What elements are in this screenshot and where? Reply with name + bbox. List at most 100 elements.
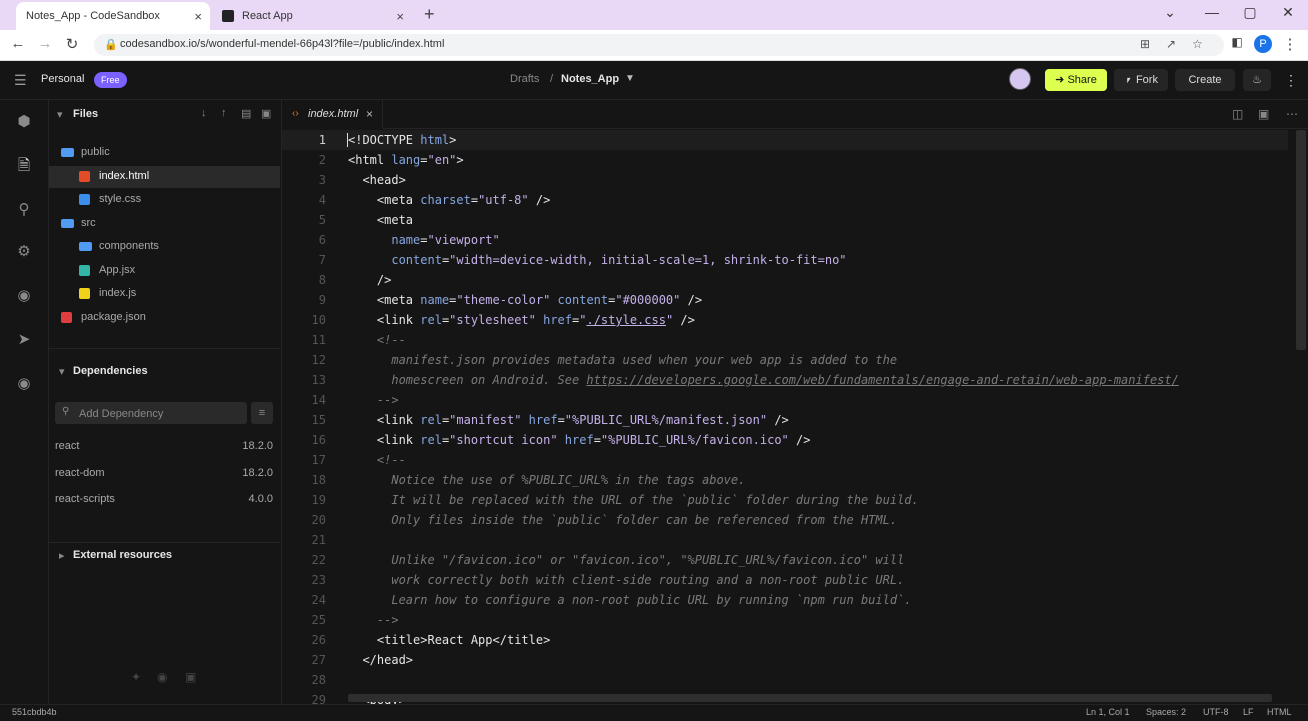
tab-search-icon[interactable]: ⌄: [1160, 4, 1180, 21]
code-line[interactable]: 9 <meta name="theme-color" content="#000…: [282, 290, 1288, 310]
files-icon[interactable]: 🗎: [14, 156, 34, 176]
browser-menu-icon[interactable]: ⋮: [1281, 35, 1299, 53]
code-line[interactable]: 14 -->: [282, 390, 1288, 410]
github-icon[interactable]: ◉: [157, 670, 167, 684]
code-line[interactable]: 19 It will be replaced with the URL of t…: [282, 490, 1288, 510]
search-icon[interactable]: ⚲: [14, 200, 34, 220]
file-tree-item[interactable]: public: [49, 142, 280, 164]
restore-icon[interactable]: ▢: [1240, 4, 1260, 21]
dependency-item[interactable]: react 18.2.0: [55, 440, 273, 458]
url-text[interactable]: codesandbox.io/s/wonderful-mendel-66p43l…: [120, 38, 444, 50]
code-line[interactable]: 12 manifest.json provides metadata used …: [282, 350, 1288, 370]
browser-tab-react-app[interactable]: React App ×: [212, 2, 412, 30]
workspace-name[interactable]: Personal: [41, 73, 84, 85]
profile-avatar[interactable]: P: [1254, 35, 1272, 53]
install-app-icon[interactable]: ⊞: [1140, 37, 1150, 51]
code-line[interactable]: 11 <!--: [282, 330, 1288, 350]
caret-right-icon[interactable]: ▸: [59, 549, 65, 562]
side-panel-icon[interactable]: ◧: [1228, 35, 1246, 49]
add-dependency-field[interactable]: ⚲: [55, 402, 247, 424]
file-tree-item[interactable]: src: [49, 213, 280, 235]
file-tree-item[interactable]: package.json: [49, 307, 280, 329]
caret-down-icon[interactable]: ▾: [57, 108, 63, 121]
code-line[interactable]: 15 <link rel="manifest" href="%PUBLIC_UR…: [282, 410, 1288, 430]
code-line[interactable]: 27 </head>: [282, 650, 1288, 670]
more-options-icon[interactable]: ⋮: [1284, 72, 1298, 89]
forward-icon[interactable]: →: [36, 35, 54, 52]
twitter-icon[interactable]: ✦: [131, 670, 141, 684]
chevron-down-icon[interactable]: ▼: [625, 73, 635, 84]
user-avatar[interactable]: [1009, 68, 1031, 90]
external-resources-title[interactable]: External resources: [73, 549, 172, 561]
close-window-icon[interactable]: ✕: [1278, 4, 1298, 21]
dependencies-title[interactable]: Dependencies: [73, 365, 148, 377]
code-line[interactable]: 3 <head>: [282, 170, 1288, 190]
github-icon[interactable]: ◉: [14, 286, 34, 306]
code-line[interactable]: 8 />: [282, 270, 1288, 290]
language-mode[interactable]: HTML: [1267, 707, 1292, 717]
breadcrumb-drafts[interactable]: Drafts: [510, 73, 539, 85]
create-button[interactable]: Create: [1175, 69, 1235, 91]
bookmark-star-icon[interactable]: ☆: [1192, 37, 1203, 51]
code-line[interactable]: 25 -->: [282, 610, 1288, 630]
notifications-icon[interactable]: ♨: [1243, 69, 1271, 91]
horizontal-scrollbar[interactable]: [348, 694, 1272, 702]
code-line[interactable]: 2 <html lang="en">: [282, 150, 1288, 170]
upload-icon[interactable]: ↑: [221, 107, 227, 119]
cube-icon[interactable]: ⬢: [14, 112, 34, 132]
code-area[interactable]: 1 <!DOCTYPE html> 2 <html lang="en"> 3 <head…: [282, 130, 1292, 704]
code-line[interactable]: 4 <meta charset="utf-8" />: [282, 190, 1288, 210]
minimize-icon[interactable]: —: [1202, 4, 1222, 20]
dependency-item[interactable]: react-dom 18.2.0: [55, 467, 273, 485]
rocket-icon[interactable]: ➤: [14, 330, 34, 350]
close-icon[interactable]: ×: [366, 107, 373, 121]
dependency-options-icon[interactable]: ≡: [251, 402, 273, 424]
share-page-icon[interactable]: ↗: [1166, 37, 1176, 51]
preview-icon[interactable]: ▣: [1258, 107, 1269, 121]
line-ending[interactable]: LF: [1243, 707, 1254, 717]
url-bar[interactable]: 🔒 codesandbox.io/s/wonderful-mendel-66p4…: [94, 34, 1224, 56]
code-line[interactable]: 21: [282, 530, 1288, 550]
code-line[interactable]: 16 <link rel="shortcut icon" href="%PUBL…: [282, 430, 1288, 450]
back-icon[interactable]: ←: [9, 35, 27, 52]
file-tree-item[interactable]: index.js: [49, 283, 280, 305]
new-tab-icon[interactable]: +: [424, 4, 435, 25]
project-name[interactable]: Notes_App: [561, 73, 619, 85]
users-icon[interactable]: ◉: [14, 374, 34, 394]
dependency-item[interactable]: react-scripts 4.0.0: [55, 493, 273, 511]
close-tab-icon[interactable]: ×: [194, 9, 202, 24]
share-button[interactable]: ➜ Share: [1045, 69, 1107, 91]
reload-icon[interactable]: ↻: [63, 35, 81, 53]
menu-icon[interactable]: ☰: [14, 72, 27, 89]
caret-down-icon[interactable]: ▾: [59, 365, 65, 378]
close-tab-icon[interactable]: ×: [396, 9, 404, 24]
encoding[interactable]: UTF-8: [1203, 707, 1229, 717]
code-line[interactable]: 7 content="width=device-width, initial-s…: [282, 250, 1288, 270]
code-line[interactable]: 10 <link rel="stylesheet" href="./style.…: [282, 310, 1288, 330]
code-line[interactable]: 24 Learn how to configure a non-root pub…: [282, 590, 1288, 610]
file-tree-item[interactable]: components: [49, 236, 280, 258]
code-line[interactable]: 18 Notice the use of %PUBLIC_URL% in the…: [282, 470, 1288, 490]
discord-icon[interactable]: ▣: [185, 670, 196, 684]
add-dependency-input[interactable]: [77, 405, 241, 423]
file-tree-item[interactable]: style.css: [49, 189, 280, 211]
cursor-position[interactable]: Ln 1, Col 1: [1086, 707, 1130, 717]
code-line[interactable]: 20 Only files inside the `public` folder…: [282, 510, 1288, 530]
gear-icon[interactable]: ⚙: [14, 242, 34, 262]
code-line[interactable]: 28: [282, 670, 1288, 690]
code-line[interactable]: 26 <title>React App</title>: [282, 630, 1288, 650]
code-line[interactable]: 22 Unlike "/favicon.ico" or "favicon.ico…: [282, 550, 1288, 570]
code-line[interactable]: 1 <!DOCTYPE html>: [282, 130, 1288, 150]
new-folder-icon[interactable]: ▣: [261, 107, 271, 120]
vertical-scrollbar[interactable]: [1296, 130, 1306, 350]
fork-button[interactable]: ⎖ Fork: [1114, 69, 1168, 91]
indentation[interactable]: Spaces: 2: [1146, 707, 1186, 717]
file-tree-item[interactable]: index.html: [49, 165, 280, 188]
code-line[interactable]: 13 homescreen on Android. See https://de…: [282, 370, 1288, 390]
browser-tab-codesandbox[interactable]: Notes_App - CodeSandbox ×: [16, 2, 210, 30]
split-editor-icon[interactable]: ◫: [1232, 107, 1243, 121]
code-line[interactable]: 5 <meta: [282, 210, 1288, 230]
code-line[interactable]: 17 <!--: [282, 450, 1288, 470]
more-options-icon[interactable]: ⋯: [1286, 107, 1298, 121]
code-line[interactable]: 23 work correctly both with client-side …: [282, 570, 1288, 590]
